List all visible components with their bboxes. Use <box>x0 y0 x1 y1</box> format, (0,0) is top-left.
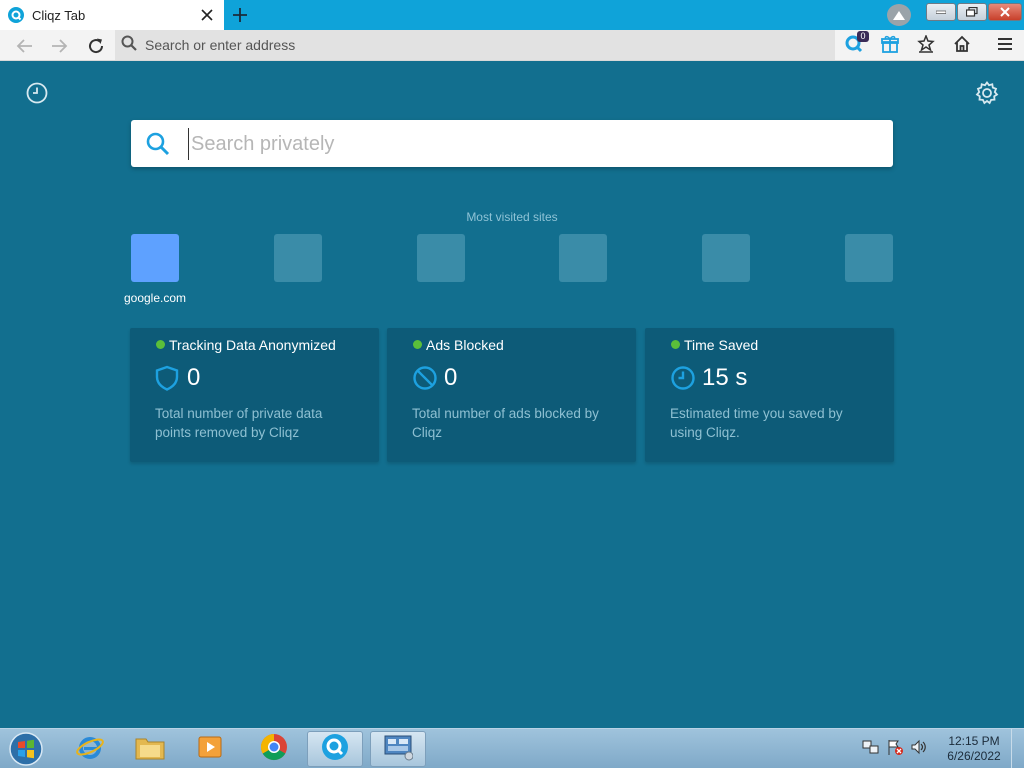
most-visited-title: Most visited sites <box>466 210 558 224</box>
folder-icon <box>134 733 166 766</box>
history-clock-icon[interactable] <box>24 80 50 106</box>
home-button[interactable] <box>950 34 974 58</box>
taskbar-clock[interactable]: 12:15 PM 6/26/2022 <box>944 734 1004 764</box>
volume-icon[interactable] <box>910 738 928 761</box>
reload-button[interactable] <box>84 34 108 58</box>
search-icon <box>121 35 137 56</box>
profile-icon[interactable] <box>887 4 911 26</box>
navigation-bar <box>0 30 1024 61</box>
address-input[interactable] <box>145 37 825 53</box>
speed-dial-tile[interactable] <box>702 234 750 282</box>
control-panel-taskbar-button[interactable] <box>370 731 426 767</box>
menu-button[interactable] <box>993 34 1017 58</box>
action-center-flag-icon[interactable] <box>886 738 904 761</box>
cliqz-logo-icon <box>320 732 350 767</box>
blocked-icon <box>412 365 437 391</box>
tab-cliqz[interactable]: Cliqz Tab <box>0 0 224 30</box>
explorer-taskbar-button[interactable] <box>122 731 178 767</box>
status-dot <box>671 340 680 349</box>
search-icon <box>145 131 171 157</box>
settings-gear-icon[interactable] <box>974 80 1000 106</box>
close-window-button[interactable] <box>988 3 1022 21</box>
media-player-icon <box>196 733 224 766</box>
chrome-taskbar-button[interactable] <box>246 731 302 767</box>
star-list-icon <box>917 33 935 58</box>
control-panel-icon <box>383 733 414 766</box>
shield-icon <box>155 365 179 391</box>
chrome-icon <box>259 732 289 767</box>
internet-explorer-icon <box>75 732 105 767</box>
cliqz-taskbar-button[interactable] <box>307 731 363 767</box>
private-search-box[interactable] <box>131 120 893 167</box>
gift-icon <box>881 35 899 58</box>
network-icon[interactable] <box>862 738 880 761</box>
speed-dial-tile[interactable] <box>417 234 465 282</box>
minimize-button[interactable] <box>926 3 956 21</box>
speed-dial-tile[interactable] <box>845 234 893 282</box>
stat-value: 0 <box>444 364 458 391</box>
clock-icon <box>670 365 695 391</box>
speed-dial-tile[interactable] <box>131 234 179 282</box>
new-tab-button[interactable] <box>229 4 251 26</box>
restore-button[interactable] <box>957 3 987 21</box>
system-tray <box>862 737 934 761</box>
speed-dial-tile[interactable] <box>274 234 322 282</box>
stat-description: Estimated time you saved by using Cliqz. <box>670 406 843 440</box>
private-search-input[interactable] <box>188 128 878 160</box>
status-dot <box>413 340 422 349</box>
home-icon <box>953 35 971 58</box>
show-desktop-button[interactable] <box>1011 729 1024 768</box>
stat-value: 15 s <box>702 364 748 391</box>
address-bar[interactable] <box>115 30 835 60</box>
stat-title: Tracking Data Anonymized <box>169 337 336 353</box>
stat-description: Total number of private data points remo… <box>155 406 323 440</box>
stat-card-ads: Ads Blocked 0 Total number of ads blocke… <box>387 328 636 462</box>
stat-title: Time Saved <box>684 337 759 353</box>
close-tab-icon[interactable] <box>196 4 218 26</box>
status-dot <box>156 340 165 349</box>
stat-card-tracking: Tracking Data Anonymized 0 Total number … <box>130 328 379 462</box>
hamburger-menu-icon <box>997 37 1013 56</box>
start-button[interactable] <box>6 731 46 767</box>
stat-description: Total number of ads blocked by Cliqz <box>412 406 599 440</box>
stat-title: Ads Blocked <box>426 337 504 353</box>
clock-date: 6/26/2022 <box>947 749 1001 763</box>
bookmarks-button[interactable] <box>914 33 938 58</box>
stat-card-time: Time Saved 15 s Estimated time you saved… <box>645 328 894 462</box>
notification-badge: 0 <box>857 31 869 42</box>
cliqz-logo-icon <box>8 7 24 23</box>
taskbar: 12:15 PM 6/26/2022 <box>0 728 1024 768</box>
stat-value: 0 <box>187 364 201 391</box>
speed-dial-label[interactable]: google.com <box>115 291 195 305</box>
title-bar: Cliqz Tab <box>0 0 1024 30</box>
speed-dial-tile[interactable] <box>559 234 607 282</box>
gift-button[interactable] <box>878 34 902 58</box>
media-player-taskbar-button[interactable] <box>182 731 238 767</box>
internet-explorer-taskbar-button[interactable] <box>62 731 118 767</box>
clock-time: 12:15 PM <box>948 734 1000 748</box>
back-button[interactable] <box>12 34 36 58</box>
forward-button[interactable] <box>48 34 72 58</box>
tab-title: Cliqz Tab <box>32 7 86 23</box>
